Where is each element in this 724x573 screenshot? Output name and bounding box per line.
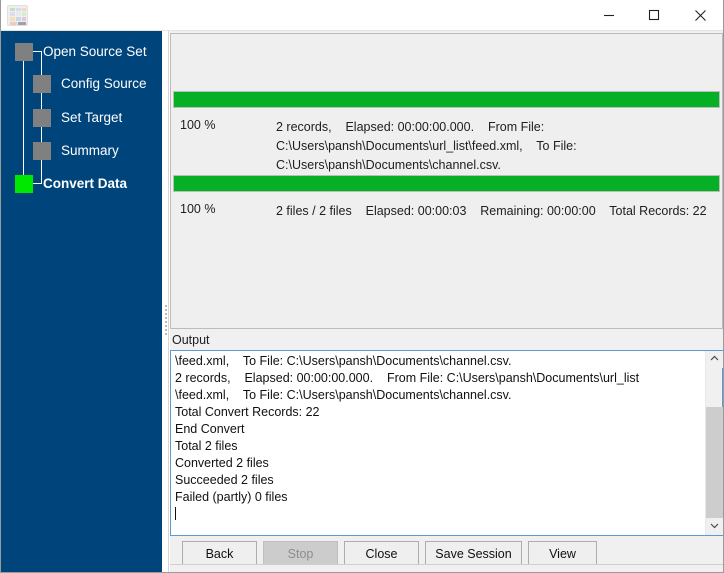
chevron-up-icon bbox=[710, 355, 719, 362]
window-bottom-strip bbox=[170, 564, 724, 573]
total-progress-message: 2 files / 2 files Elapsed: 00:00:03 Rema… bbox=[276, 202, 716, 221]
scrollbar-thumb[interactable] bbox=[706, 407, 723, 519]
sidebar-item-label: Config Source bbox=[61, 73, 147, 95]
scroll-up-button[interactable] bbox=[706, 351, 723, 368]
close-icon bbox=[694, 9, 707, 22]
panel-splitter[interactable] bbox=[162, 31, 170, 573]
sidebar-item-label: Open Source Set bbox=[43, 41, 147, 63]
step-marker-active bbox=[15, 175, 33, 193]
close-button[interactable]: Close bbox=[344, 541, 419, 566]
splitter-grip-icon bbox=[165, 305, 167, 337]
total-progress-percent: 100 % bbox=[180, 202, 215, 216]
stop-button: Stop bbox=[263, 541, 338, 566]
text-cursor bbox=[175, 507, 176, 520]
maximize-button[interactable] bbox=[631, 0, 677, 30]
title-bar bbox=[1, 0, 724, 31]
chevron-down-icon bbox=[710, 522, 719, 529]
file-progress-percent: 100 % bbox=[180, 118, 215, 132]
maximize-icon bbox=[648, 9, 660, 21]
sidebar-item-label: Set Target bbox=[61, 107, 122, 129]
step-marker bbox=[33, 75, 51, 93]
output-label: Output bbox=[172, 333, 210, 347]
splitter-edge bbox=[168, 31, 169, 573]
output-log-text[interactable]: \feed.xml, To File: C:\Users\pansh\Docum… bbox=[171, 351, 705, 535]
output-scrollbar[interactable] bbox=[705, 351, 722, 535]
application-window: Open Source Set Config Source Set Target… bbox=[0, 0, 724, 573]
sidebar-item-label: Summary bbox=[61, 140, 119, 162]
tree-connector bbox=[23, 61, 24, 186]
main-content: 100 % 2 records, Elapsed: 00:00:00.000. … bbox=[170, 31, 724, 573]
view-button[interactable]: View bbox=[528, 541, 597, 566]
file-progress-fill bbox=[174, 92, 719, 107]
scroll-down-button[interactable] bbox=[706, 518, 723, 535]
total-progress-bar bbox=[173, 175, 720, 192]
step-marker bbox=[33, 109, 51, 127]
sidebar-item-label: Convert Data bbox=[43, 173, 127, 195]
close-window-button[interactable] bbox=[677, 0, 723, 30]
total-progress-fill bbox=[174, 176, 719, 191]
progress-panel: 100 % 2 records, Elapsed: 00:00:00.000. … bbox=[170, 33, 723, 329]
file-progress-bar bbox=[173, 91, 720, 108]
save-session-button[interactable]: Save Session bbox=[425, 541, 522, 566]
step-marker bbox=[15, 43, 33, 61]
minimize-button[interactable] bbox=[586, 0, 632, 30]
minimize-icon bbox=[603, 9, 615, 21]
wizard-sidebar: Open Source Set Config Source Set Target… bbox=[1, 31, 162, 573]
back-button[interactable]: Back bbox=[182, 541, 257, 566]
spreadsheet-grid-icon bbox=[7, 5, 28, 26]
step-marker bbox=[33, 142, 51, 160]
file-progress-message: 2 records, Elapsed: 00:00:00.000. From F… bbox=[276, 118, 716, 175]
output-textarea[interactable]: \feed.xml, To File: C:\Users\pansh\Docum… bbox=[170, 350, 723, 536]
